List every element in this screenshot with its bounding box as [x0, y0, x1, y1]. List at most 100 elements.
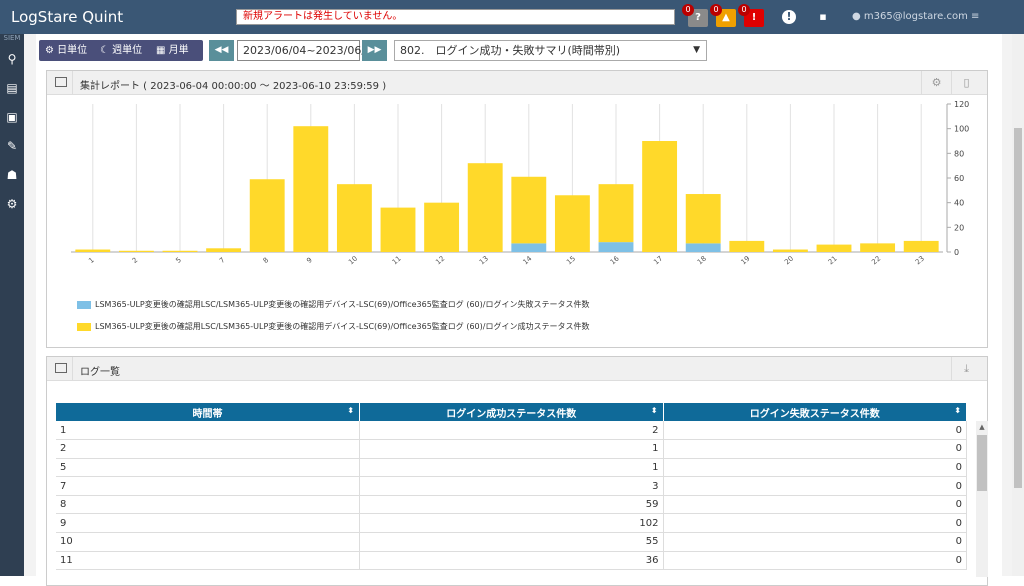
table-row[interactable]: 730: [56, 476, 967, 496]
user-icon: ●: [852, 11, 861, 22]
table-cell: 0: [663, 551, 967, 571]
bar: [511, 243, 547, 252]
table-scrollbar[interactable]: ▲: [976, 421, 988, 577]
legend-item-failure[interactable]: LSM365-ULP変更後の確認用LSC/LSM365-ULP変更後の確認用デバ…: [77, 299, 589, 310]
table-cell: 8: [56, 495, 360, 515]
table-row[interactable]: 10 55 0: [56, 532, 967, 552]
app-title[interactable]: LogStare Quint: [0, 8, 230, 26]
page-scrollbar-thumb[interactable]: [1014, 128, 1022, 488]
table-row[interactable]: 9 102 0: [56, 513, 967, 534]
legend-label: LSM365-ULP変更後の確認用LSC/LSM365-ULP変更後の確認用デバ…: [95, 300, 590, 309]
bar: [118, 250, 154, 252]
chevron-down-icon: ▼: [693, 45, 700, 55]
bar: [642, 141, 678, 252]
log-panel-title: ログ一覧: [80, 367, 120, 378]
settings-icon[interactable]: ⚙: [921, 71, 951, 95]
chat-icon[interactable]: ▪: [816, 10, 830, 24]
list-icon: [55, 363, 67, 373]
table-cell: 0: [663, 476, 967, 496]
table-cell: 59: [359, 495, 664, 515]
x-tick-label: 5: [174, 256, 183, 265]
gear-icon[interactable]: ⚙: [0, 189, 24, 218]
scrollbar-thumb[interactable]: [977, 435, 987, 491]
table-row[interactable]: 11 36 0: [56, 551, 967, 571]
x-tick-label: 20: [783, 255, 795, 267]
sort-icon: ⬍: [954, 406, 961, 415]
book-icon[interactable]: ▣: [0, 102, 24, 131]
column-header[interactable]: ログイン成功ステータス件数 ⬍: [359, 403, 664, 421]
bar: [249, 179, 285, 252]
x-tick-label: 21: [827, 255, 839, 267]
table-cell: 36: [359, 551, 664, 571]
bar: [903, 240, 939, 252]
table-cell: 0: [663, 495, 967, 515]
users-icon[interactable]: ☗: [0, 160, 24, 189]
table-cell: 1: [359, 439, 664, 459]
warning-count: 0: [710, 4, 722, 16]
week-unit-button[interactable]: ☾ 週単位: [94, 40, 150, 61]
sidebar: SIEM ⚲ ▤ ▣ ✎ ☗ ⚙: [0, 34, 24, 576]
bar: [467, 163, 503, 252]
bar: [860, 243, 896, 252]
x-tick-label: 1: [87, 256, 96, 265]
menu-icon: ≡: [971, 11, 980, 22]
bar: [336, 184, 372, 252]
user-menu[interactable]: ● m365@logstare.com ≡: [852, 11, 979, 22]
wrench-icon[interactable]: ✎: [0, 131, 24, 160]
bar: [75, 249, 111, 252]
user-name: m365@logstare.com: [863, 11, 968, 22]
report-panel-title: 集計レポート ( 2023-06-04 00:00:00 ～ 2023-06-1…: [80, 81, 387, 92]
bar: [598, 184, 634, 243]
legend-label: LSM365-ULP変更後の確認用LSC/LSM365-ULP変更後の確認用デバ…: [95, 322, 590, 331]
legend-item-success[interactable]: LSM365-ULP変更後の確認用LSC/LSM365-ULP変更後の確認用デバ…: [77, 321, 589, 332]
date-range-field[interactable]: 2023/06/04~2023/06/10: [237, 40, 379, 61]
scroll-up-icon[interactable]: ▲: [976, 421, 988, 433]
sort-icon: ⬍: [347, 406, 354, 415]
download-icon[interactable]: ⤓: [951, 357, 981, 381]
table-cell: 2: [56, 439, 360, 459]
x-tick-label: 12: [434, 255, 446, 267]
bar: [685, 194, 721, 244]
next-period-button[interactable]: ▶▶: [362, 40, 387, 61]
x-tick-label: 8: [262, 256, 271, 265]
column-header[interactable]: 時間帯 ⬍: [56, 403, 360, 421]
table-cell: 0: [663, 421, 967, 441]
day-unit-button[interactable]: ⚙ 日単位: [39, 40, 94, 61]
table-row[interactable]: 8 59 0: [56, 495, 967, 515]
chart-icon[interactable]: ▤: [0, 73, 24, 102]
x-tick-label: 13: [478, 255, 490, 267]
table-cell: 3: [359, 476, 664, 496]
bar: [424, 202, 460, 252]
bar: [380, 207, 416, 252]
y-tick-label: 40: [954, 199, 964, 208]
bar: [816, 244, 852, 252]
table-cell: 1: [359, 458, 664, 478]
month-unit-button[interactable]: ▦ 月単位: [150, 40, 203, 77]
search-icon[interactable]: ⚲: [0, 44, 24, 73]
table-row[interactable]: 120: [56, 421, 967, 441]
x-tick-label: 15: [565, 255, 577, 267]
bar: [206, 248, 242, 252]
bar: [162, 250, 198, 252]
bar-chart: 0204060801001201 2 5 7 8 9 10 11 12 13 14 15 16 17 18 1…: [71, 100, 969, 267]
alert-message: 新規アラートは発生していません。: [236, 9, 675, 25]
x-tick-label: 14: [522, 254, 534, 266]
legend-swatch: [77, 300, 91, 309]
table-row[interactable]: 510: [56, 458, 967, 478]
log-panel: ログ一覧 ⤓ 時間帯 ⬍ ログイン成功ステータス件数 ⬍ ログイン失敗ステータス件数…: [46, 356, 988, 586]
table-cell: 10: [56, 532, 360, 552]
report-select[interactable]: 802. ログイン成功・失敗サマリ(時間帯別) ▼: [394, 40, 707, 61]
prev-period-button[interactable]: ◀◀: [209, 40, 234, 61]
pdf-icon[interactable]: ▯: [951, 71, 981, 95]
x-tick-label: 22: [870, 255, 882, 267]
x-tick-label: 2: [131, 256, 140, 265]
page-scrollbar[interactable]: [1012, 34, 1024, 576]
table-row[interactable]: 210: [56, 439, 967, 459]
table-cell: 102: [359, 513, 664, 534]
info-icon[interactable]: !: [782, 10, 796, 24]
table-cell: 9: [56, 513, 360, 534]
table-cell: 11: [56, 551, 360, 571]
column-header[interactable]: ログイン失敗ステータス件数 ⬍: [663, 403, 967, 421]
x-tick-label: 16: [609, 254, 621, 266]
table-cell: 5: [56, 458, 360, 478]
